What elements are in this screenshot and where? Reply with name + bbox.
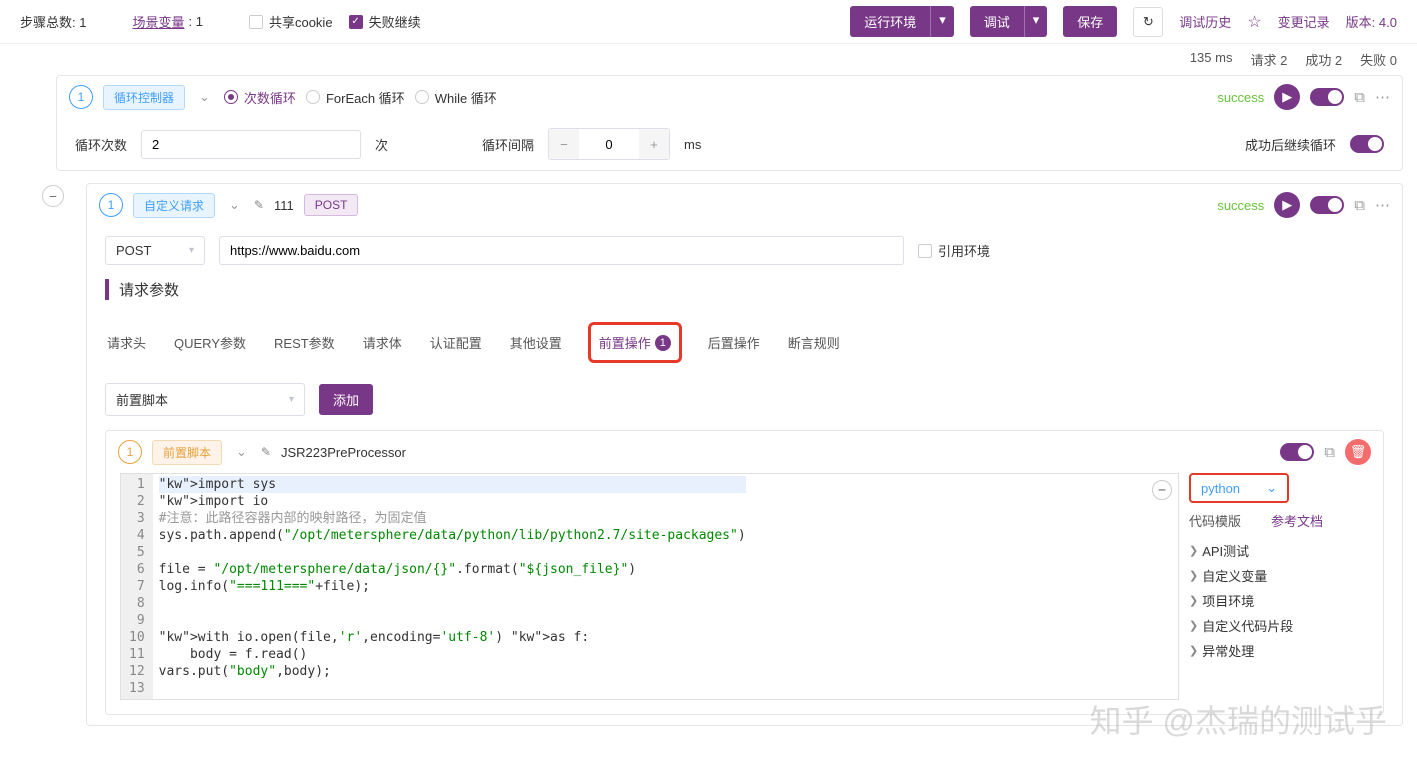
preprocessor-card: 1 前置脚本 ⌄ ✎ JSR223PreProcessor ⧉ 🗑 − 12345… — [105, 430, 1384, 715]
enable-toggle[interactable] — [1310, 196, 1344, 214]
interval-unit: ms — [684, 137, 701, 152]
star-icon[interactable]: ☆ — [1247, 12, 1261, 32]
status-success: success — [1217, 90, 1264, 105]
add-button[interactable]: 添加 — [319, 384, 373, 415]
enable-toggle[interactable] — [1310, 88, 1344, 106]
tree-item[interactable]: ❯API测试 — [1189, 538, 1369, 563]
debug-history-link[interactable]: 调试历史 — [1179, 12, 1231, 31]
method-tag: POST — [304, 194, 359, 216]
continue-label: 成功后继续循环 — [1245, 135, 1336, 154]
code-content[interactable]: "kw">import sys"kw">import io#注意：此路径容器内部… — [153, 474, 752, 699]
collapse-toggle[interactable]: − — [42, 185, 64, 207]
reference-doc-link[interactable]: 参考文档 — [1271, 511, 1323, 530]
loop-controller-card: 1 循环控制器 ⌄ 次数循环 ForEach 循环 While 循环 succe… — [56, 75, 1403, 171]
chevron-down-icon[interactable]: ⌄ — [232, 444, 251, 460]
tab-other[interactable]: 其他设置 — [508, 322, 564, 363]
code-editor[interactable]: − 12345678910111213 "kw">import sys"kw">… — [120, 473, 1179, 700]
play-button[interactable]: ▶ — [1274, 192, 1300, 218]
url-input[interactable] — [219, 236, 904, 265]
more-icon[interactable]: ⋯ — [1375, 196, 1390, 214]
radio-while-loop[interactable]: While 循环 — [415, 88, 497, 107]
stat-requests: 请求 2 — [1250, 50, 1287, 69]
run-env-label[interactable]: 运行环境 — [850, 6, 930, 37]
line-gutter: 12345678910111213 — [121, 474, 153, 699]
status-success: success — [1217, 198, 1264, 213]
request-params-title: 请求参数 — [105, 279, 1384, 300]
stepper-plus[interactable]: + — [639, 129, 669, 159]
continue-toggle[interactable] — [1350, 135, 1384, 153]
tree-item[interactable]: ❯自定义变量 — [1189, 563, 1369, 588]
chevron-down-icon[interactable]: ⌄ — [195, 89, 214, 105]
stepper-minus[interactable]: − — [549, 129, 579, 159]
template-label: 代码模版 — [1189, 511, 1241, 530]
scene-vars[interactable]: 场景变量 — [132, 12, 184, 31]
loop-interval-label: 循环间隔 — [482, 135, 534, 154]
stat-success: 成功 2 — [1305, 50, 1342, 69]
copy-icon[interactable]: ⧉ — [1324, 444, 1335, 461]
tab-headers[interactable]: 请求头 — [105, 322, 148, 363]
pre-action-type-select[interactable]: 前置脚本▾ — [105, 383, 305, 416]
share-cookie-checkbox[interactable]: 共享cookie — [249, 12, 333, 31]
stat-fail: 失败 0 — [1360, 50, 1397, 69]
method-select[interactable]: POST▾ — [105, 236, 205, 265]
pre-script-tag: 前置脚本 — [152, 440, 222, 465]
script-side-panel: python⌄ 代码模版 参考文档 ❯API测试❯自定义变量❯项目环境❯自定义代… — [1189, 473, 1369, 700]
save-button[interactable]: 保存 — [1063, 6, 1117, 37]
step-number: 1 — [69, 85, 93, 109]
delete-button[interactable]: 🗑 — [1345, 439, 1371, 465]
request-name[interactable]: 111 — [274, 198, 294, 213]
run-env-button[interactable]: 运行环境 ▾ — [850, 6, 954, 37]
chevron-down-icon[interactable]: ⌄ — [225, 197, 244, 213]
tree-item[interactable]: ❯项目环境 — [1189, 588, 1369, 613]
param-tabs: 请求头 QUERY参数 REST参数 请求体 认证配置 其他设置 前置操作 1 … — [105, 314, 1384, 371]
chevron-down-icon[interactable]: ▾ — [930, 6, 954, 37]
edit-icon[interactable]: ✎ — [254, 198, 264, 212]
tab-body[interactable]: 请求体 — [361, 322, 404, 363]
loop-count-input[interactable] — [141, 130, 361, 159]
more-icon[interactable]: ⋯ — [1375, 88, 1390, 106]
play-button[interactable]: ▶ — [1274, 84, 1300, 110]
chevron-down-icon[interactable]: ▾ — [1024, 6, 1048, 37]
tab-assert[interactable]: 断言规则 — [786, 322, 842, 363]
version[interactable]: 版本: 4.0 — [1346, 12, 1397, 31]
tab-query[interactable]: QUERY参数 — [172, 322, 248, 363]
radio-foreach-loop[interactable]: ForEach 循环 — [306, 88, 405, 107]
interval-input[interactable] — [579, 137, 639, 152]
tab-auth[interactable]: 认证配置 — [428, 322, 484, 363]
interval-stepper[interactable]: − + — [548, 128, 670, 160]
language-select[interactable]: python⌄ — [1189, 473, 1289, 503]
custom-request-tag: 自定义请求 — [133, 193, 215, 218]
ref-env-checkbox[interactable]: 引用环境 — [918, 241, 990, 260]
tree-item[interactable]: ❯异常处理 — [1189, 638, 1369, 663]
highlight-pre-tab: 前置操作 1 — [588, 322, 682, 363]
tab-pre-action[interactable]: 前置操作 1 — [597, 327, 673, 358]
loop-controller-tag: 循环控制器 — [103, 85, 185, 110]
loop-count-unit: 次 — [375, 135, 388, 154]
stats-bar: 135 ms 请求 2 成功 2 失败 0 — [0, 44, 1417, 75]
fail-continue-checkbox[interactable]: ✓失败继续 — [349, 12, 421, 31]
change-log-link[interactable]: 变更记录 — [1278, 12, 1330, 31]
step-number: 1 — [99, 193, 123, 217]
request-card: 1 自定义请求 ⌄ ✎111 POST success ▶ ⧉ ⋯ POST▾ … — [86, 183, 1403, 726]
pre-badge: 1 — [655, 335, 671, 351]
tab-post-action[interactable]: 后置操作 — [706, 322, 762, 363]
debug-button[interactable]: 调试 ▾ — [970, 6, 1048, 37]
enable-toggle[interactable] — [1280, 443, 1314, 461]
copy-icon[interactable]: ⧉ — [1354, 89, 1365, 106]
top-toolbar: 步骤总数: 1 场景变量 : 1 共享cookie ✓失败继续 运行环境 ▾ 调试… — [0, 0, 1417, 44]
steps-label: 步骤总数: 1 — [20, 12, 86, 31]
collapse-code-icon[interactable]: − — [1152, 480, 1172, 500]
refresh-button[interactable]: ↻ — [1133, 7, 1163, 37]
scene-vars-value: : 1 — [189, 14, 203, 29]
tab-rest[interactable]: REST参数 — [272, 322, 337, 363]
radio-count-loop[interactable]: 次数循环 — [224, 88, 296, 107]
copy-icon[interactable]: ⧉ — [1354, 197, 1365, 214]
loop-count-label: 循环次数 — [75, 135, 127, 154]
edit-icon[interactable]: ✎ — [261, 445, 271, 459]
script-name[interactable]: JSR223PreProcessor — [281, 445, 406, 460]
stat-time: 135 ms — [1190, 50, 1233, 69]
debug-label[interactable]: 调试 — [970, 6, 1024, 37]
step-number: 1 — [118, 440, 142, 464]
tree-item[interactable]: ❯自定义代码片段 — [1189, 613, 1369, 638]
